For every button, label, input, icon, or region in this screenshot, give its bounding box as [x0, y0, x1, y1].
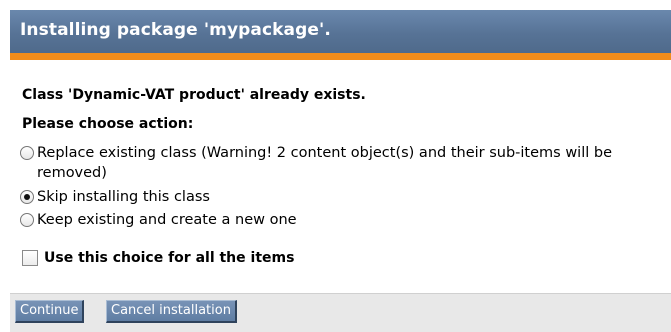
replace-option-label[interactable]: Replace existing class (Warning! 2 conte… [37, 143, 660, 183]
install-dialog: Installing package 'mypackage'. Class 'D… [10, 10, 671, 332]
apply-to-all-row[interactable]: Use this choice for all the items [22, 250, 294, 266]
choose-action-label: Please choose action: [22, 116, 194, 132]
option-skip-installing[interactable]: Skip installing this class [20, 187, 210, 207]
apply-to-all-label[interactable]: Use this choice for all the items [44, 250, 294, 266]
class-exists-message: Class 'Dynamic-VAT product' already exis… [22, 87, 366, 103]
dialog-title-bar: Installing package 'mypackage'. [10, 10, 671, 60]
dialog-title: Installing package 'mypackage'. [20, 20, 331, 40]
dialog-content: Class 'Dynamic-VAT product' already exis… [10, 60, 671, 293]
apply-to-all-checkbox[interactable] [22, 250, 38, 266]
cancel-installation-button[interactable]: Cancel installation [106, 300, 237, 323]
dialog-button-bar: Continue Cancel installation [10, 293, 671, 332]
skip-option-label[interactable]: Skip installing this class [37, 187, 210, 207]
option-keep-existing[interactable]: Keep existing and create a new one [20, 210, 297, 230]
option-replace-class[interactable]: Replace existing class (Warning! 2 conte… [20, 143, 660, 183]
replace-radio-button[interactable] [20, 146, 34, 160]
keep-option-label[interactable]: Keep existing and create a new one [37, 210, 297, 230]
skip-radio-button[interactable] [20, 190, 34, 204]
continue-button[interactable]: Continue [15, 300, 85, 323]
keep-radio-button[interactable] [20, 213, 34, 227]
